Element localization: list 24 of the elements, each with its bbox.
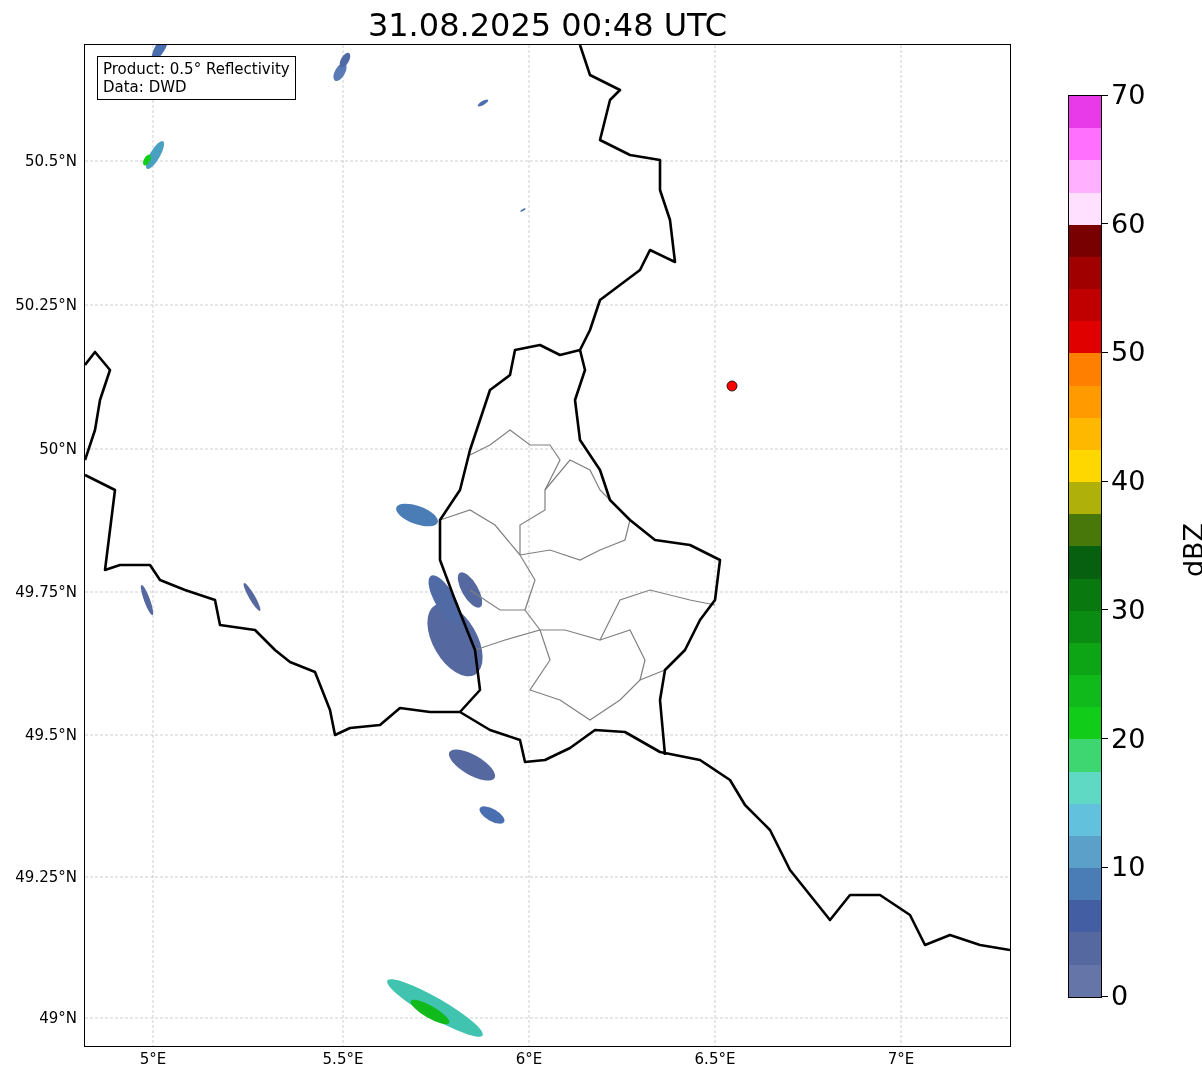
latitude-label: 49.25°N bbox=[15, 868, 77, 886]
radar-echo bbox=[477, 99, 489, 107]
radar-echo bbox=[396, 503, 438, 527]
latitude-label: 50°N bbox=[39, 440, 77, 458]
radar-echo bbox=[140, 584, 154, 616]
longitude-label: 7°E bbox=[887, 1050, 915, 1068]
info-text: Data: DWD bbox=[103, 78, 188, 96]
radar-echo bbox=[520, 208, 526, 212]
longitude-label: 6.5°E bbox=[694, 1050, 736, 1068]
latitude-label: 49.75°N bbox=[15, 583, 77, 601]
longitude-label: 5.5°E bbox=[322, 1050, 364, 1068]
radar-echo bbox=[243, 583, 261, 611]
latitude-label: 50.25°N bbox=[15, 296, 77, 314]
radar-echo bbox=[339, 52, 351, 68]
location-marker bbox=[726, 380, 738, 392]
latitude-label: 49.5°N bbox=[24, 726, 77, 744]
longitude-label: 6°E bbox=[515, 1050, 543, 1068]
chart-title: 31.08.2025 00:48 UTC bbox=[366, 5, 729, 45]
latitude-label: 50.5°N bbox=[24, 152, 77, 170]
latitude-label: 49°N bbox=[39, 1009, 77, 1027]
radar-echo bbox=[448, 749, 496, 781]
info-text: Product: 0.5° Reflectivity bbox=[103, 60, 290, 78]
radar-echo bbox=[479, 806, 505, 824]
longitude-label: 5°E bbox=[139, 1050, 167, 1068]
